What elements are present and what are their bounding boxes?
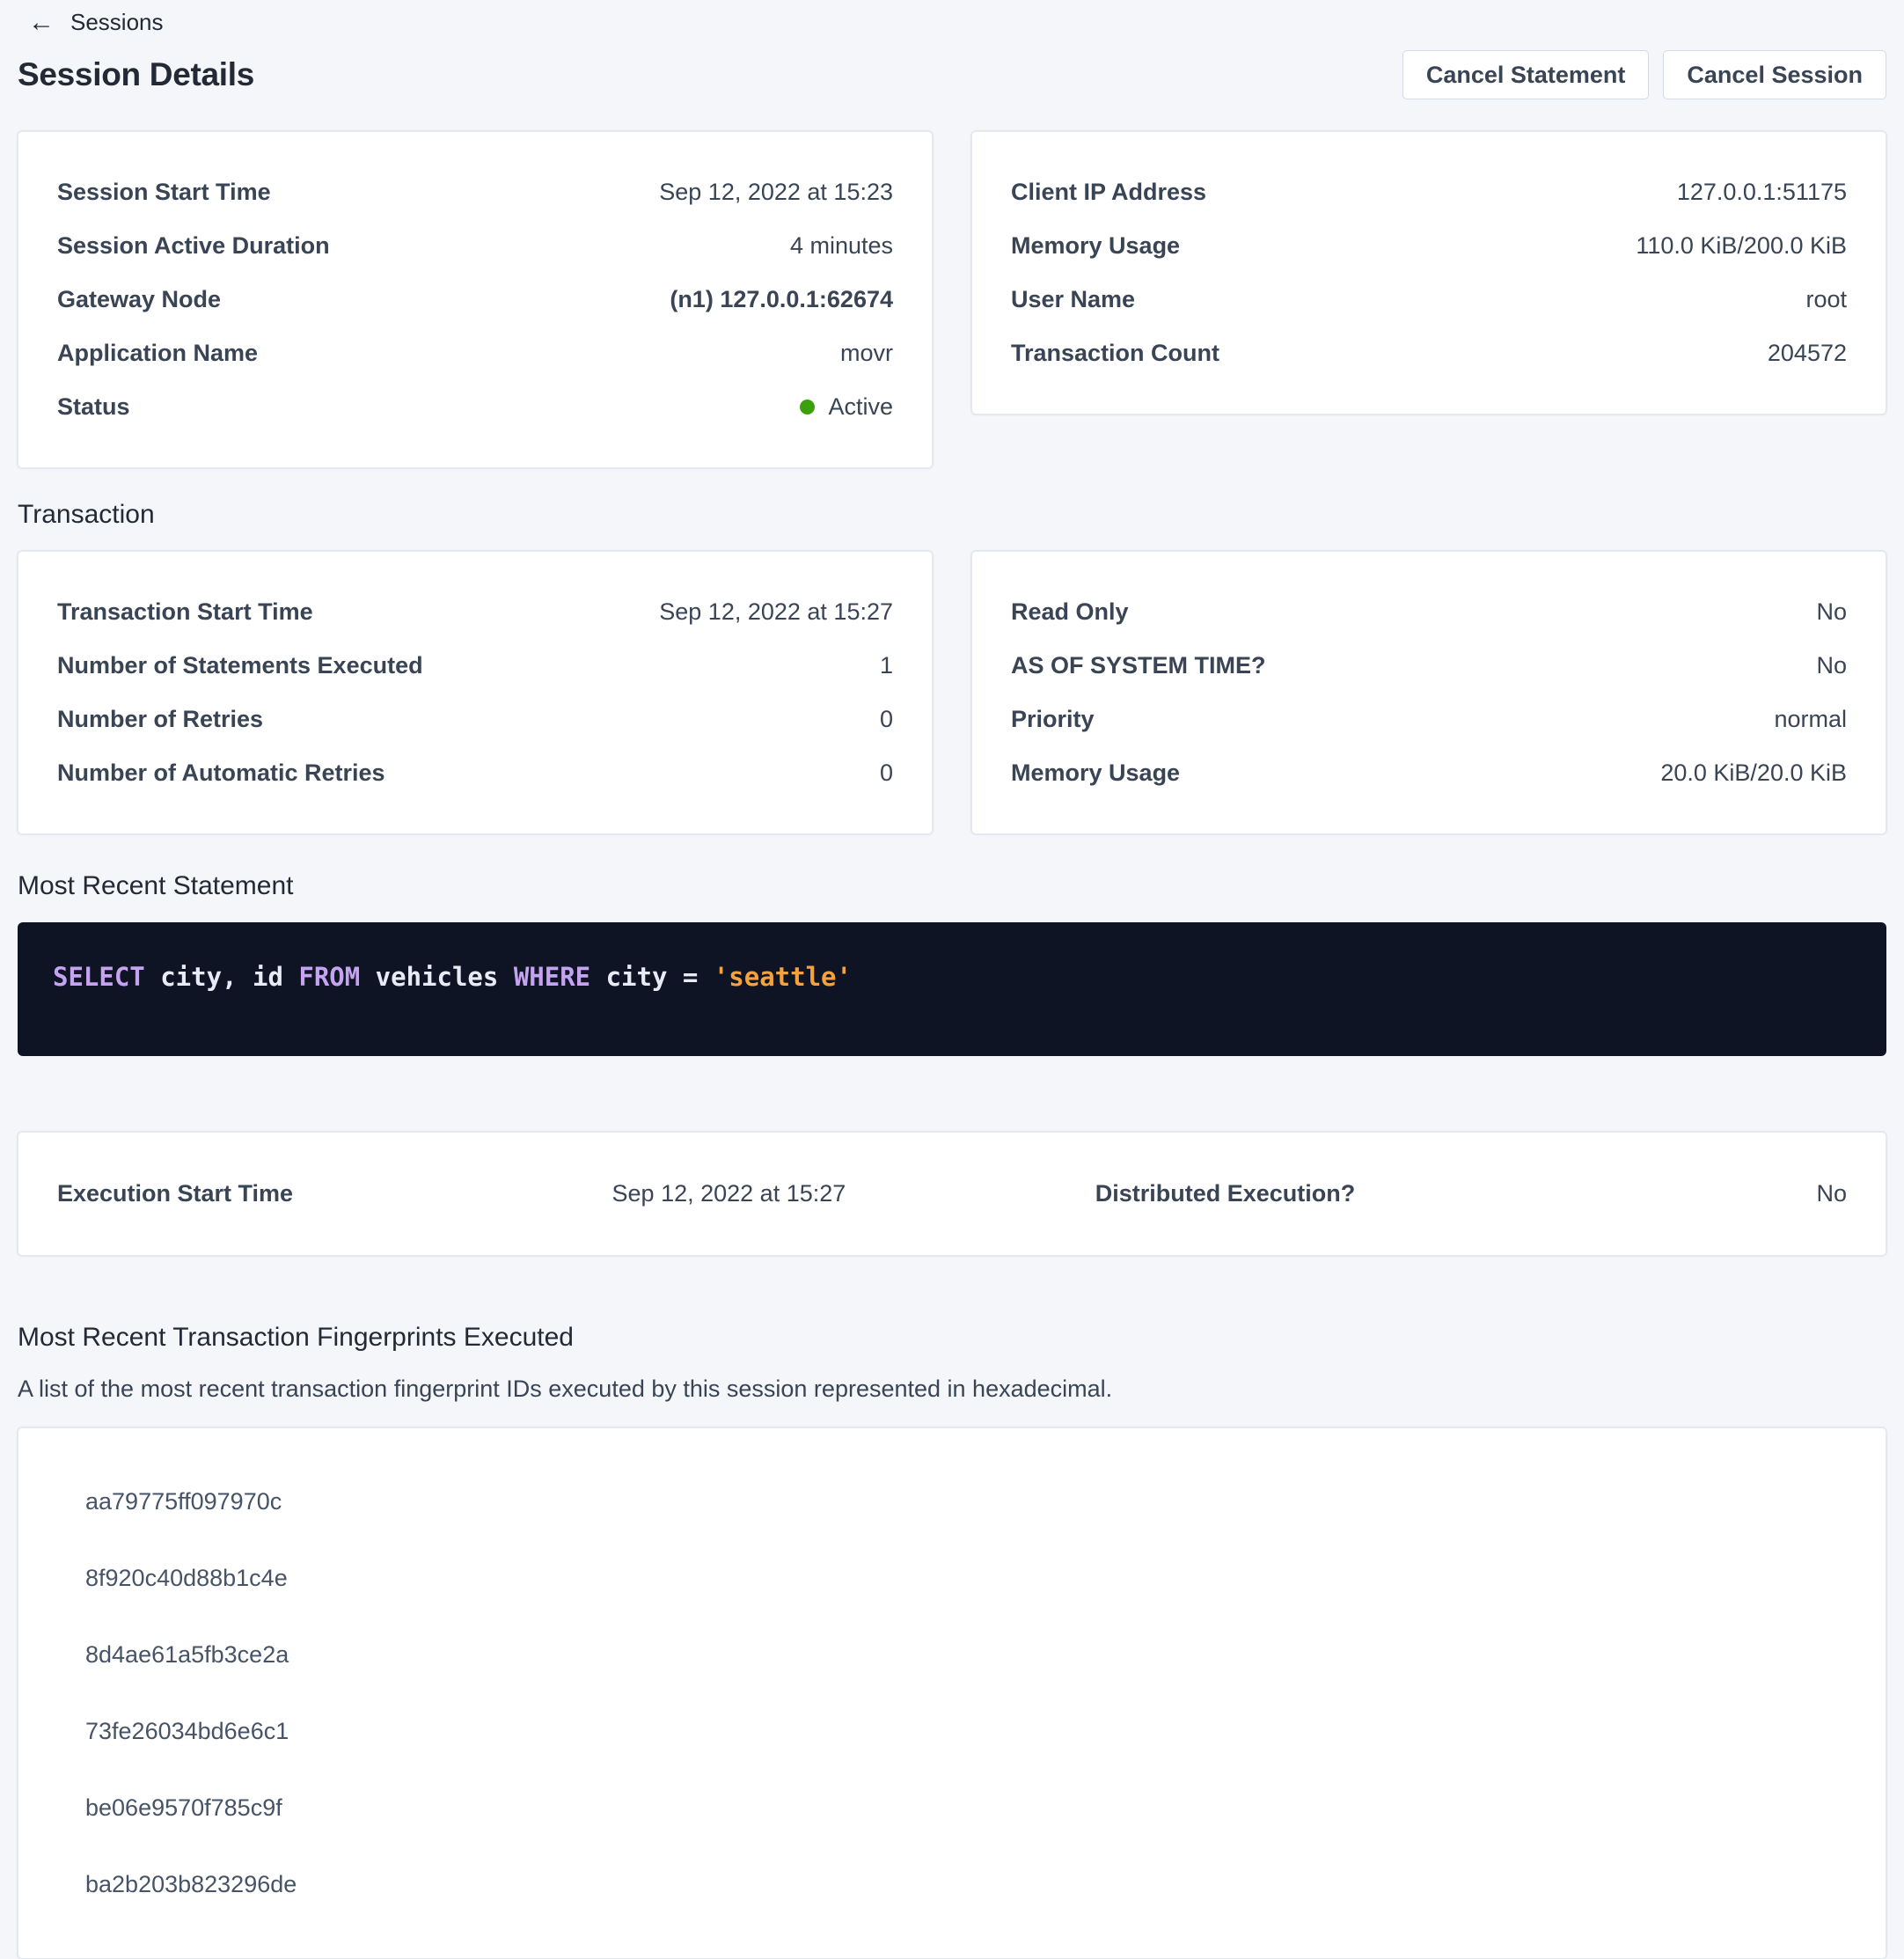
- fingerprint-item: be06e9570f785c9f: [57, 1770, 1847, 1846]
- summary-label: Session Start Time: [57, 179, 271, 206]
- sql-statement-box: SELECT city, id FROM vehicles WHERE city…: [18, 922, 1886, 1056]
- summary-label: Read Only: [1011, 598, 1129, 626]
- fingerprint-item: aa79775ff097970c: [57, 1464, 1847, 1540]
- summary-row: Transaction Start Time Sep 12, 2022 at 1…: [57, 585, 893, 639]
- back-to-sessions-link[interactable]: ← Sessions: [28, 9, 164, 36]
- distributed-execution-value: No: [1454, 1180, 1847, 1207]
- execution-start-time-label: Execution Start Time: [57, 1180, 612, 1207]
- summary-value: 4 minutes: [790, 232, 893, 260]
- summary-value: 1: [880, 652, 893, 679]
- fingerprints-description: A list of the most recent transaction fi…: [18, 1376, 1886, 1403]
- gateway-node-link[interactable]: (n1) 127.0.0.1:62674: [670, 286, 893, 313]
- summary-value: movr: [840, 340, 893, 367]
- summary-value: 204572: [1768, 340, 1847, 367]
- session-summary-cards: Session Start Time Sep 12, 2022 at 15:23…: [18, 131, 1886, 468]
- back-link-label: Sessions: [70, 9, 164, 36]
- summary-label: Number of Automatic Retries: [57, 759, 385, 787]
- summary-label: User Name: [1011, 286, 1135, 313]
- status-active-dot-icon: [800, 400, 815, 415]
- summary-value: 110.0 KiB/200.0 KiB: [1636, 232, 1847, 260]
- sql-keyword: SELECT: [53, 962, 145, 992]
- fingerprint-item: 73fe26034bd6e6c1: [57, 1693, 1847, 1770]
- summary-label: Number of Retries: [57, 706, 263, 733]
- summary-value: No: [1816, 652, 1847, 679]
- transaction-card-left: Transaction Start Time Sep 12, 2022 at 1…: [18, 551, 933, 834]
- summary-value: normal: [1774, 706, 1847, 733]
- fingerprint-item: 8f920c40d88b1c4e: [57, 1540, 1847, 1617]
- cancel-session-button[interactable]: Cancel Session: [1663, 50, 1886, 99]
- summary-label: AS OF SYSTEM TIME?: [1011, 652, 1266, 679]
- summary-label: Session Active Duration: [57, 232, 330, 260]
- summary-label: Status: [57, 393, 130, 421]
- topbar: ← Sessions: [18, 0, 1886, 36]
- summary-row: Transaction Count 204572: [1011, 326, 1847, 380]
- sql-text: vehicles: [360, 962, 514, 992]
- summary-row: Client IP Address 127.0.0.1:51175: [1011, 165, 1847, 219]
- summary-row: Number of Retries 0: [57, 693, 893, 746]
- fingerprints-heading: Most Recent Transaction Fingerprints Exe…: [18, 1323, 1886, 1353]
- most-recent-statement-heading: Most Recent Statement: [18, 871, 1886, 901]
- fingerprint-item: 8d4ae61a5fb3ce2a: [57, 1617, 1847, 1693]
- summary-row: Priority normal: [1011, 693, 1847, 746]
- summary-label: Transaction Count: [1011, 340, 1219, 367]
- title-row: Session Details Cancel Statement Cancel …: [18, 50, 1886, 99]
- back-arrow-icon: ←: [28, 10, 55, 36]
- summary-label: Client IP Address: [1011, 179, 1206, 206]
- summary-value: 127.0.0.1:51175: [1677, 179, 1847, 206]
- fingerprints-section: Most Recent Transaction Fingerprints Exe…: [18, 1323, 1886, 1959]
- execution-info-card: Execution Start Time Sep 12, 2022 at 15:…: [18, 1132, 1886, 1256]
- transaction-section-heading: Transaction: [18, 500, 1886, 530]
- session-details-page: ← Sessions Session Details Cancel Statem…: [0, 0, 1904, 1959]
- fingerprints-list: aa79775ff097970c 8f920c40d88b1c4e 8d4ae6…: [57, 1464, 1847, 1923]
- summary-label: Transaction Start Time: [57, 598, 313, 626]
- summary-row: Number of Statements Executed 1: [57, 639, 893, 693]
- summary-row: Read Only No: [1011, 585, 1847, 639]
- summary-label: Number of Statements Executed: [57, 652, 423, 679]
- transaction-cards: Transaction Start Time Sep 12, 2022 at 1…: [18, 551, 1886, 834]
- summary-value: root: [1805, 286, 1847, 313]
- summary-row: Session Active Duration 4 minutes: [57, 219, 893, 273]
- sql-keyword: FROM: [298, 962, 360, 992]
- summary-row: Application Name movr: [57, 326, 893, 380]
- distributed-execution-label: Distributed Execution?: [1095, 1180, 1454, 1207]
- fingerprints-card: aa79775ff097970c 8f920c40d88b1c4e 8d4ae6…: [18, 1427, 1886, 1959]
- status-value: Active: [828, 393, 893, 421]
- summary-value: 20.0 KiB/20.0 KiB: [1660, 759, 1847, 787]
- summary-value: Sep 12, 2022 at 15:27: [659, 598, 893, 626]
- sql-text: city =: [590, 962, 714, 992]
- sql-text: city, id: [145, 962, 299, 992]
- summary-label: Gateway Node: [57, 286, 221, 313]
- summary-label: Memory Usage: [1011, 759, 1180, 787]
- action-buttons: Cancel Statement Cancel Session: [1402, 50, 1886, 99]
- summary-value: 0: [880, 706, 893, 733]
- session-summary-card-right: Client IP Address 127.0.0.1:51175 Memory…: [971, 131, 1886, 415]
- summary-label: Application Name: [57, 340, 258, 367]
- summary-value: Sep 12, 2022 at 15:23: [659, 179, 893, 206]
- summary-row: Memory Usage 20.0 KiB/20.0 KiB: [1011, 746, 1847, 800]
- summary-value: No: [1816, 598, 1847, 626]
- summary-label: Memory Usage: [1011, 232, 1180, 260]
- cancel-statement-button[interactable]: Cancel Statement: [1402, 50, 1650, 99]
- summary-row: Memory Usage 110.0 KiB/200.0 KiB: [1011, 219, 1847, 273]
- summary-value: 0: [880, 759, 893, 787]
- summary-row: AS OF SYSTEM TIME? No: [1011, 639, 1847, 693]
- summary-row: Status Active: [57, 380, 893, 434]
- transaction-card-right: Read Only No AS OF SYSTEM TIME? No Prior…: [971, 551, 1886, 834]
- summary-row: Gateway Node (n1) 127.0.0.1:62674: [57, 273, 893, 326]
- sql-string-literal: 'seattle': [714, 962, 852, 992]
- page-title: Session Details: [18, 56, 254, 93]
- session-summary-card-left: Session Start Time Sep 12, 2022 at 15:23…: [18, 131, 933, 468]
- sql-keyword: WHERE: [514, 962, 590, 992]
- execution-start-time-value: Sep 12, 2022 at 15:27: [612, 1180, 1095, 1207]
- summary-row: User Name root: [1011, 273, 1847, 326]
- summary-label: Priority: [1011, 706, 1095, 733]
- summary-row: Number of Automatic Retries 0: [57, 746, 893, 800]
- status-badge: Active: [800, 393, 893, 421]
- summary-row: Session Start Time Sep 12, 2022 at 15:23: [57, 165, 893, 219]
- fingerprint-item: ba2b203b823296de: [57, 1846, 1847, 1923]
